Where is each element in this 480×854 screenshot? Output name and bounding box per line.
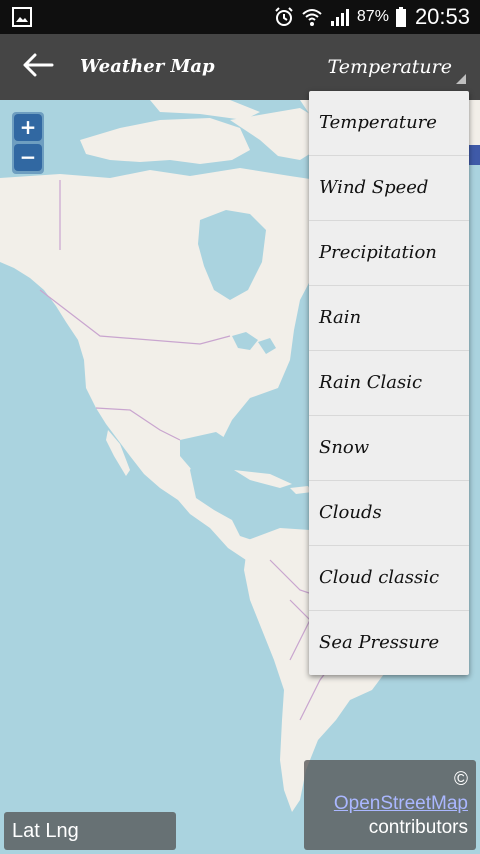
back-button[interactable] — [18, 47, 58, 87]
battery-icon — [395, 6, 407, 28]
menu-item-temperature[interactable]: Temperature — [309, 91, 469, 156]
alarm-icon — [273, 6, 295, 28]
menu-item-cloud-classic[interactable]: Cloud classic — [309, 546, 469, 611]
menu-item-sea-pressure[interactable]: Sea Pressure — [309, 611, 469, 675]
zoom-in-button[interactable]: + — [14, 114, 42, 141]
battery-percent: 87% — [356, 8, 389, 25]
map-attribution: © OpenStreetMap contributors — [304, 760, 476, 850]
wifi-icon — [301, 6, 323, 28]
clock: 20:53 — [414, 4, 470, 29]
attribution-suffix: contributors — [368, 817, 468, 838]
coordinates-readout: Lat Lng — [4, 812, 176, 850]
page-title: Weather Map — [80, 56, 215, 77]
map-overlay-marker — [469, 145, 480, 165]
gallery-icon — [12, 7, 32, 27]
status-indicators: 87% 20:53 — [273, 0, 470, 34]
arrow-left-icon — [22, 53, 54, 81]
signal-icon — [329, 6, 351, 28]
zoom-out-button[interactable]: − — [14, 144, 42, 171]
openstreetmap-link[interactable]: OpenStreetMap — [312, 792, 468, 816]
copyright-symbol: © — [454, 769, 468, 790]
menu-item-snow[interactable]: Snow — [309, 416, 469, 481]
menu-item-precipitation[interactable]: Precipitation — [309, 221, 469, 286]
menu-item-wind-speed[interactable]: Wind Speed — [309, 156, 469, 221]
menu-item-clouds[interactable]: Clouds — [309, 481, 469, 546]
menu-item-rain-clasic[interactable]: Rain Clasic — [309, 351, 469, 416]
status-bar: 87% 20:53 — [0, 0, 480, 34]
menu-item-rain[interactable]: Rain — [309, 286, 469, 351]
layer-dropdown-menu: Temperature Wind Speed Precipitation Rai… — [309, 91, 469, 675]
dropdown-caret-icon — [456, 74, 466, 84]
zoom-control: + − — [12, 112, 44, 174]
